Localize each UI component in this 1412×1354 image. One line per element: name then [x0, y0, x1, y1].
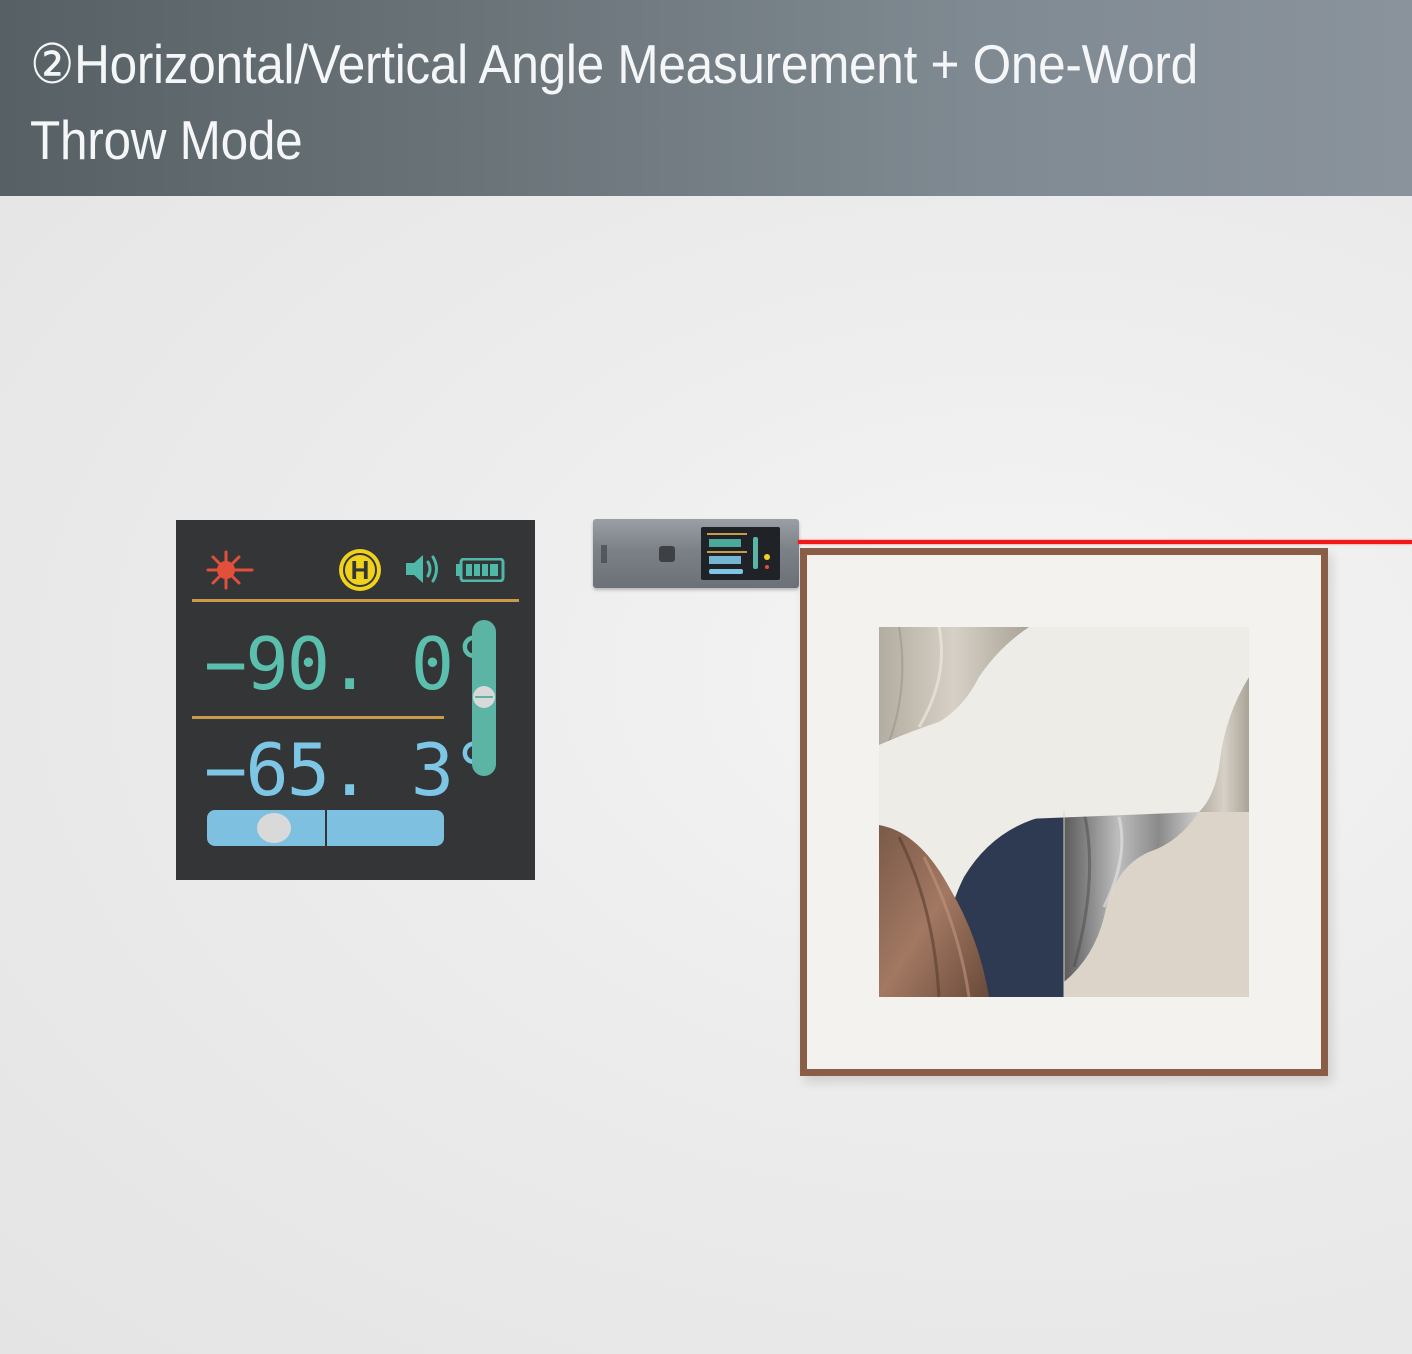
laser-beam	[798, 540, 1412, 544]
laser-measure-device	[593, 519, 799, 588]
device-screen-content-icon	[707, 533, 770, 574]
horizontal-mode-badge: H	[339, 549, 381, 591]
battery-icon	[456, 558, 505, 582]
horizontal-angle-reading: −65. 3°	[204, 728, 495, 812]
device-screen	[701, 527, 780, 580]
abstract-artwork-image	[879, 627, 1249, 997]
lcd-top-divider	[192, 599, 519, 602]
vertical-angle-reading: −90. 0°	[204, 622, 495, 706]
lcd-middle-divider	[192, 716, 444, 719]
page-title: ②Horizontal/Vertical Angle Measurement +…	[30, 33, 1198, 171]
vertical-level-bar	[472, 620, 496, 776]
horizontal-level-center-mark	[325, 810, 327, 846]
mode-badge-label: H	[350, 555, 370, 585]
speaker-icon	[406, 555, 438, 583]
laser-icon	[206, 550, 254, 590]
vertical-level-bubble	[473, 686, 495, 708]
horizontal-level-bar	[207, 810, 444, 846]
horizontal-level-bubble	[257, 813, 291, 843]
title-banner: ②Horizontal/Vertical Angle Measurement +…	[0, 0, 1412, 196]
device-logo-mark	[601, 545, 607, 563]
device-button-icon	[659, 546, 675, 562]
